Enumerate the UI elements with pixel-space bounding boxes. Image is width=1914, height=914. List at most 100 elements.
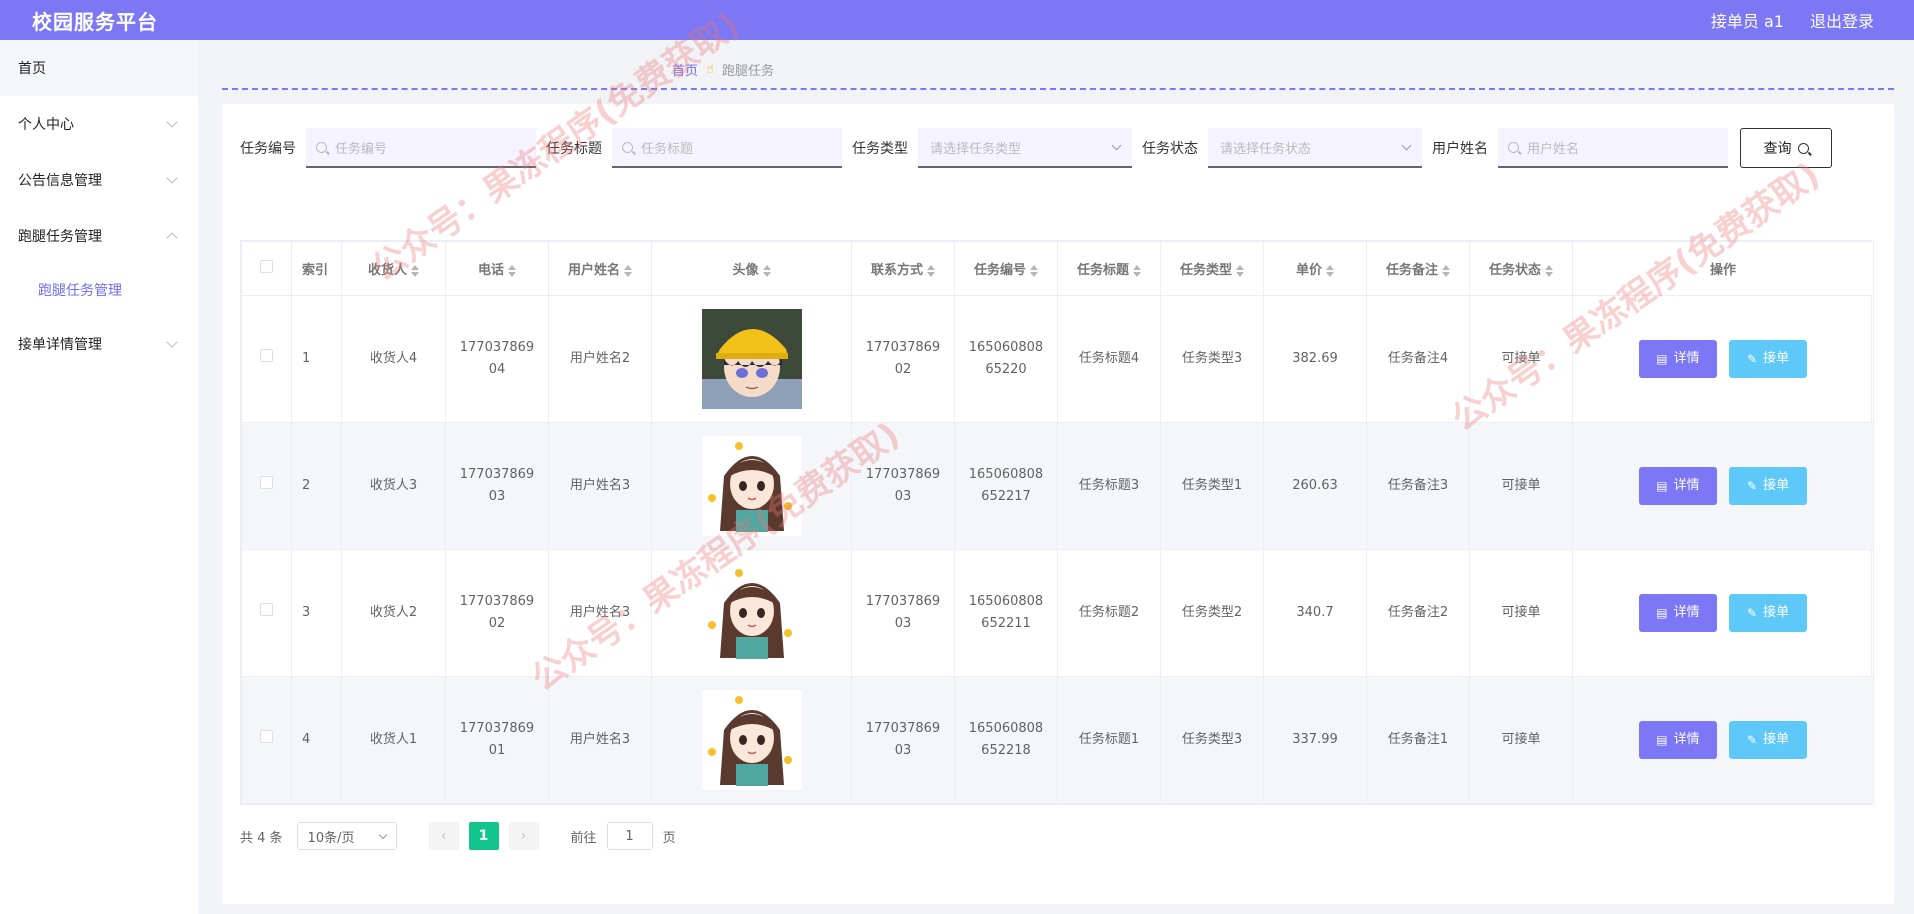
- sidebar-item-order-detail-management[interactable]: 接单详情管理: [0, 316, 198, 372]
- column-header-contact[interactable]: 联系方式: [851, 241, 955, 296]
- row-checkbox-cell[interactable]: [241, 295, 292, 423]
- cell-price: 382.69: [1263, 295, 1367, 423]
- sidebar-subitem-errand-task-management[interactable]: 跑腿任务管理: [0, 264, 198, 316]
- sidebar-item-label: 首页: [18, 61, 46, 77]
- task-no-input[interactable]: 任务编号: [306, 128, 536, 168]
- logout-link[interactable]: 退出登录: [1810, 8, 1874, 32]
- table-header-row: 索引 收货人 电话 用户姓名 头像 联系方式 任务编号 任务标题 任务类型 单价…: [241, 241, 1874, 296]
- column-header-task-no[interactable]: 任务编号: [954, 241, 1058, 296]
- current-user-label: 接单员 a1: [1710, 12, 1784, 31]
- task-title-input[interactable]: 任务标题: [612, 128, 842, 168]
- detail-button[interactable]: ▤ 详情: [1638, 467, 1717, 505]
- cell-task-title: 任务标题1: [1057, 676, 1161, 804]
- take-order-button[interactable]: ✎ 接单: [1729, 594, 1808, 632]
- row-checkbox[interactable]: [260, 349, 273, 362]
- sidebar-item-errand-management[interactable]: 跑腿任务管理: [0, 208, 198, 264]
- column-header-status[interactable]: 任务状态: [1469, 241, 1573, 296]
- sidebar-item-home[interactable]: 首页: [0, 40, 198, 96]
- task-title-label: 任务标题: [546, 141, 602, 157]
- chevron-down-icon: [1401, 140, 1412, 150]
- sort-icon[interactable]: [1133, 264, 1141, 277]
- main-content: 首页 ☝ 跑腿任务 任务编号 任务编号 任务标题 任务标题 任务类型 请选择任务…: [198, 40, 1914, 914]
- app-title: 校园服务平台: [32, 9, 158, 34]
- column-header-task-title[interactable]: 任务标题: [1057, 241, 1161, 296]
- page-size-select[interactable]: 10条/页: [296, 822, 397, 850]
- row-checkbox-cell[interactable]: [241, 422, 292, 550]
- cell-task-type: 任务类型3: [1160, 676, 1264, 804]
- user-name-input[interactable]: 用户姓名: [1498, 128, 1728, 168]
- breadcrumb: 首页 ☝ 跑腿任务: [672, 60, 774, 79]
- search-icon: [316, 141, 327, 153]
- sort-icon[interactable]: [927, 264, 935, 277]
- select-all-checkbox-cell[interactable]: [241, 241, 292, 296]
- column-header-phone[interactable]: 电话: [445, 241, 549, 296]
- sidebar-item-notice-management[interactable]: 公告信息管理: [0, 152, 198, 208]
- sort-icon[interactable]: [1030, 264, 1038, 277]
- search-icon: [1797, 142, 1809, 154]
- search-icon: [622, 141, 633, 153]
- sort-icon[interactable]: [624, 264, 632, 277]
- cell-task-type: 任务类型1: [1160, 422, 1264, 550]
- cell-task-type: 任务类型2: [1160, 549, 1264, 677]
- prev-page-button[interactable]: ‹: [428, 822, 459, 850]
- sidebar-item-personal-center[interactable]: 个人中心: [0, 96, 198, 152]
- cell-actions: ▤ 详情 ✎ 接单: [1572, 676, 1874, 804]
- row-checkbox[interactable]: [260, 603, 273, 616]
- column-header-avatar[interactable]: 头像: [651, 241, 852, 296]
- detail-button[interactable]: ▤ 详情: [1638, 594, 1717, 632]
- sort-icon[interactable]: [1326, 264, 1334, 277]
- cell-receiver: 收货人4: [341, 295, 446, 423]
- task-status-select[interactable]: 请选择任务状态: [1208, 128, 1422, 168]
- goto-page-input[interactable]: 1: [606, 822, 653, 850]
- sort-icon[interactable]: [762, 264, 771, 277]
- row-checkbox-cell[interactable]: [241, 549, 292, 677]
- row-checkbox-cell[interactable]: [241, 676, 292, 804]
- cell-price: 340.7: [1263, 549, 1367, 677]
- row-checkbox[interactable]: [260, 476, 273, 489]
- sort-icon[interactable]: [1442, 264, 1450, 277]
- sort-icon[interactable]: [411, 264, 419, 277]
- query-button[interactable]: 查询: [1740, 128, 1832, 168]
- task-type-select[interactable]: 请选择任务类型: [918, 128, 1132, 168]
- cell-receiver: 收货人3: [341, 422, 446, 550]
- take-order-button[interactable]: ✎ 接单: [1729, 721, 1808, 759]
- cell-receiver: 收货人2: [341, 549, 446, 677]
- column-header-remark[interactable]: 任务备注: [1366, 241, 1470, 296]
- select-all-checkbox[interactable]: [260, 260, 273, 273]
- row-checkbox[interactable]: [260, 730, 273, 743]
- sort-icon[interactable]: [1545, 264, 1553, 277]
- chevron-up-icon: [166, 232, 178, 244]
- column-header-user-name[interactable]: 用户姓名: [548, 241, 652, 296]
- cell-task-no: 165060808 65220: [954, 295, 1058, 423]
- cell-actions: ▤ 详情 ✎ 接单: [1572, 422, 1874, 550]
- page-number-button[interactable]: 1: [468, 822, 499, 850]
- take-order-button[interactable]: ✎ 接单: [1729, 467, 1808, 505]
- page-size-value: 10条/页: [307, 830, 355, 846]
- pagination: 共 4 条 10条/页 ‹ 1 › 前往 1 页: [240, 822, 676, 850]
- sort-icon[interactable]: [1236, 264, 1244, 277]
- cell-remark: 任务备注2: [1366, 549, 1470, 677]
- cell-index: 2: [291, 422, 342, 550]
- cell-receiver: 收货人1: [341, 676, 446, 804]
- column-header-task-type[interactable]: 任务类型: [1160, 241, 1264, 296]
- task-type-placeholder: 请选择任务类型: [930, 141, 1022, 157]
- cell-status: 可接单: [1469, 295, 1573, 423]
- detail-button[interactable]: ▤ 详情: [1638, 340, 1717, 378]
- take-order-button[interactable]: ✎ 接单: [1729, 340, 1808, 378]
- search-icon: [1508, 141, 1519, 153]
- top-right-area: 接单员 a1 退出登录: [1711, 8, 1874, 32]
- cell-contact: 177037869 03: [851, 422, 955, 550]
- cell-user-name: 用户姓名3: [548, 676, 652, 804]
- sidebar-item-label: 接单详情管理: [18, 337, 102, 353]
- table-row: 3 收货人2 177037869 02 用户姓名3 177037869 03 1…: [241, 549, 1874, 677]
- cell-task-title: 任务标题3: [1057, 422, 1161, 550]
- detail-button[interactable]: ▤ 详情: [1638, 721, 1717, 759]
- next-page-button[interactable]: ›: [508, 822, 539, 850]
- cell-index: 3: [291, 549, 342, 677]
- column-header-price[interactable]: 单价: [1263, 241, 1367, 296]
- task-no-label: 任务编号: [240, 141, 296, 157]
- breadcrumb-home[interactable]: 首页: [672, 60, 698, 79]
- cell-avatar: [651, 422, 852, 550]
- sort-icon[interactable]: [508, 264, 516, 277]
- column-header-receiver[interactable]: 收货人: [341, 241, 446, 296]
